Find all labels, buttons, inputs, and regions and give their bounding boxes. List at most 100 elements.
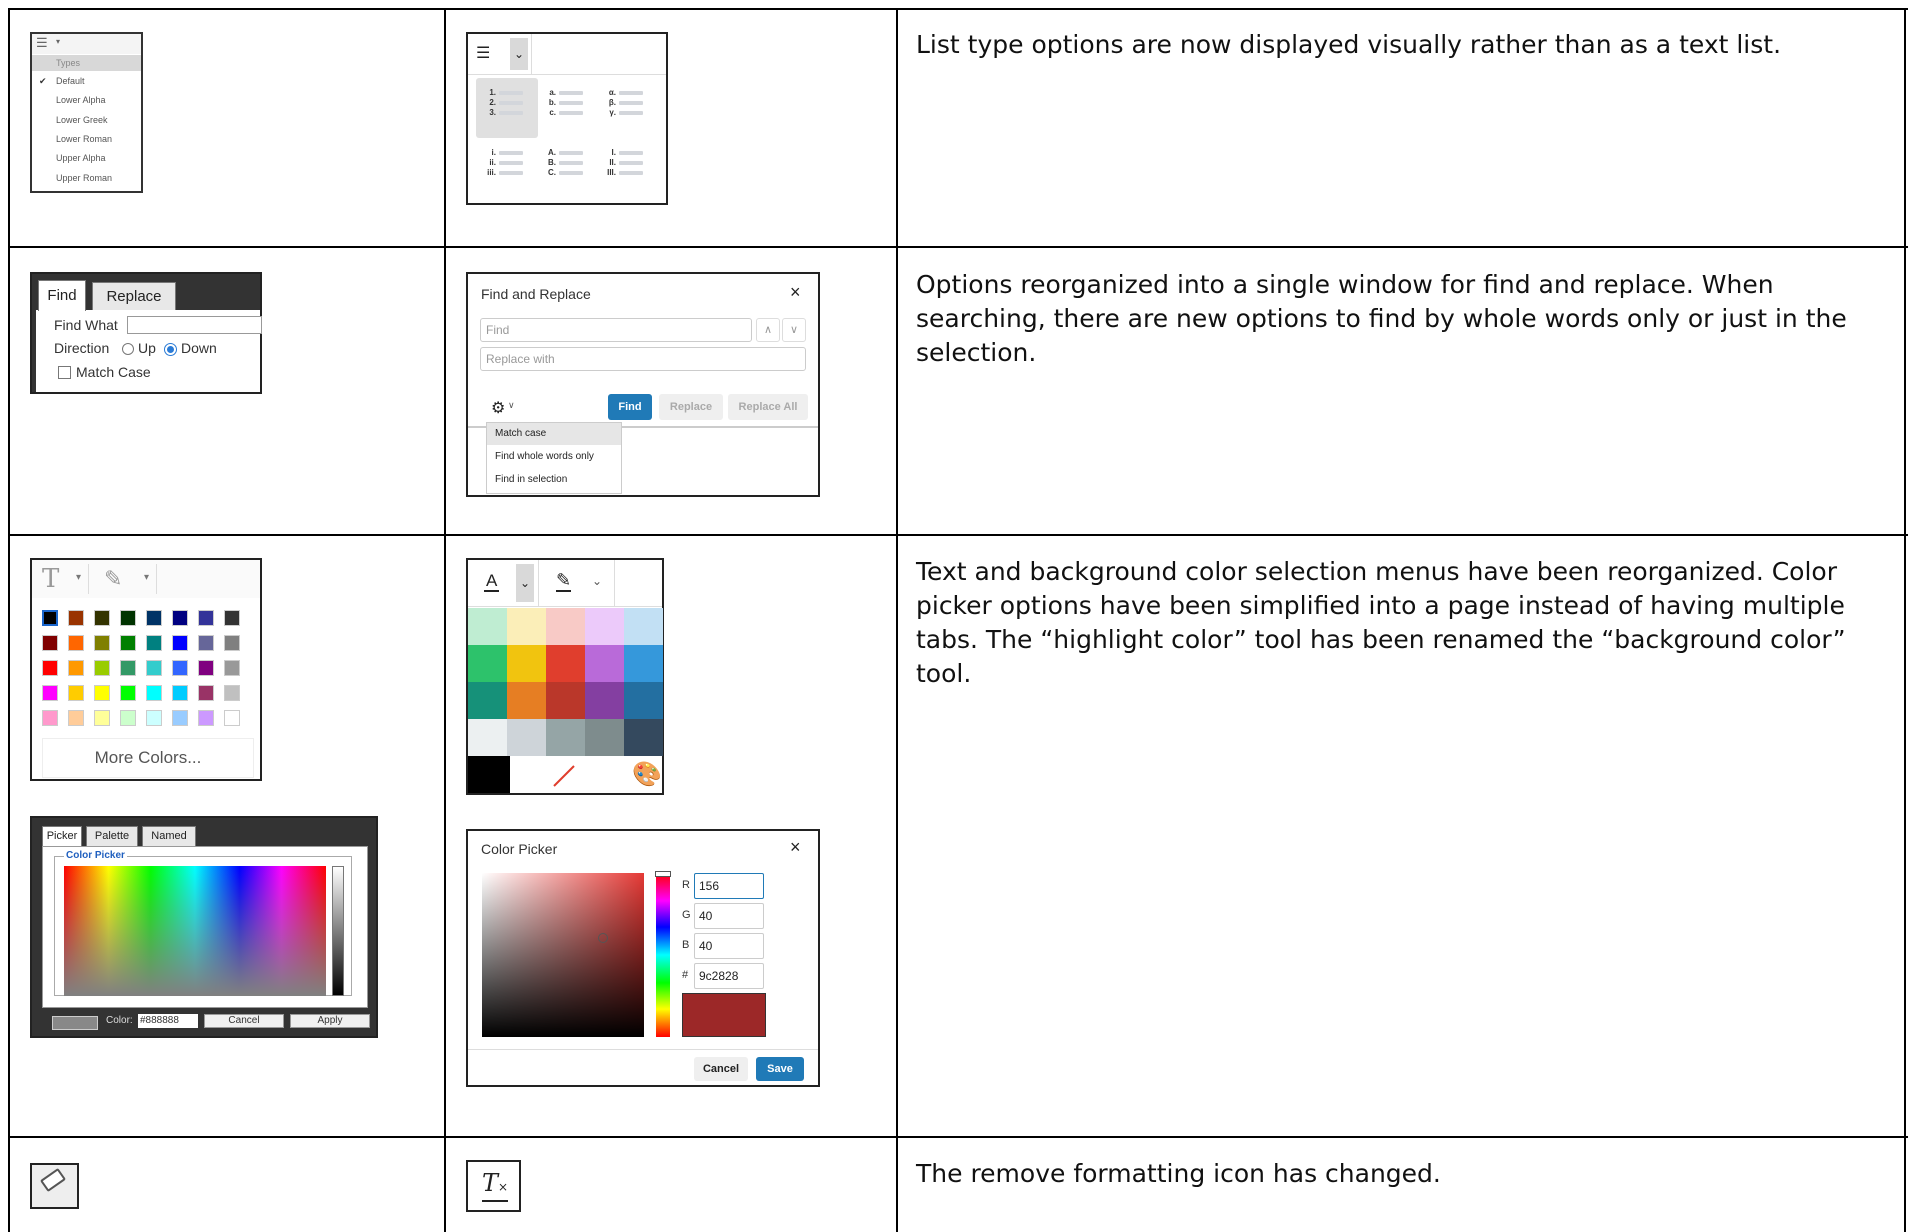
color-swatch[interactable] — [146, 710, 162, 726]
color-cursor[interactable] — [598, 933, 608, 943]
chevron-down-icon[interactable]: ▾ — [76, 572, 81, 583]
cancel-button[interactable]: Cancel — [204, 1014, 284, 1028]
list-style-option-upper-roman[interactable]: I. II. III. — [602, 148, 652, 178]
chevron-down-icon[interactable]: ⌄ — [516, 564, 534, 602]
color-swatch[interactable] — [42, 710, 58, 726]
find-previous-button[interactable]: ∧ — [756, 318, 780, 342]
highlighter-icon[interactable]: ✎ — [104, 566, 122, 592]
close-icon[interactable]: × — [790, 282, 801, 303]
color-swatch[interactable] — [172, 610, 188, 626]
radio-down[interactable] — [164, 343, 177, 356]
list-style-option-upper-alpha[interactable]: A. B. C. — [542, 148, 592, 178]
color-swatch[interactable] — [507, 608, 546, 645]
color-swatch[interactable] — [146, 685, 162, 701]
color-swatch[interactable] — [224, 610, 240, 626]
color-swatch[interactable] — [172, 685, 188, 701]
color-swatch[interactable] — [198, 635, 214, 651]
option-in-selection[interactable]: Find in selection — [495, 474, 567, 485]
chevron-down-icon[interactable]: ▾ — [144, 572, 149, 583]
color-swatch[interactable] — [42, 610, 58, 626]
color-swatch[interactable] — [94, 660, 110, 676]
color-swatch[interactable] — [172, 635, 188, 651]
menu-item[interactable]: Upper Roman — [56, 173, 112, 183]
color-swatch[interactable] — [68, 660, 84, 676]
color-swatch[interactable] — [146, 635, 162, 651]
text-color-icon[interactable]: A — [484, 572, 500, 592]
color-swatch[interactable] — [198, 610, 214, 626]
tab-palette[interactable]: Palette — [86, 826, 138, 846]
replace-button[interactable]: Replace — [659, 394, 723, 420]
color-swatch[interactable] — [546, 645, 585, 682]
color-swatch[interactable] — [94, 610, 110, 626]
replace-all-button[interactable]: Replace All — [728, 394, 808, 420]
r-input[interactable]: 156 — [694, 873, 764, 899]
menu-item[interactable]: Default — [56, 76, 85, 86]
hex-input[interactable]: 9c2828 — [694, 963, 764, 989]
color-swatch[interactable] — [94, 635, 110, 651]
tab-picker[interactable]: Picker — [42, 826, 82, 846]
color-swatch[interactable] — [120, 685, 136, 701]
find-next-button[interactable]: ∨ — [782, 318, 806, 342]
tab-named[interactable]: Named — [142, 826, 196, 846]
color-swatch[interactable] — [468, 608, 507, 645]
color-swatch[interactable] — [507, 682, 546, 719]
color-swatch[interactable] — [198, 660, 214, 676]
swatch-black[interactable] — [468, 756, 510, 793]
color-swatch[interactable] — [624, 682, 663, 719]
hue-spectrum[interactable] — [64, 866, 326, 996]
option-match-case[interactable]: Match case — [487, 423, 621, 445]
color-swatch[interactable] — [468, 682, 507, 719]
color-swatch[interactable] — [120, 610, 136, 626]
color-swatch[interactable] — [224, 685, 240, 701]
more-colors-button[interactable]: More Colors... — [42, 738, 254, 778]
remove-color-icon[interactable] — [550, 762, 580, 790]
b-input[interactable]: 40 — [694, 933, 764, 959]
apply-button[interactable]: Apply — [290, 1014, 370, 1028]
color-swatch[interactable] — [68, 635, 84, 651]
brightness-slider[interactable] — [332, 866, 344, 996]
list-style-option-lower-alpha[interactable]: a. b. c. — [542, 88, 592, 118]
gear-icon[interactable]: ⚙ — [491, 398, 505, 418]
color-swatch[interactable] — [468, 645, 507, 682]
list-style-option-decimal[interactable]: 1. 2. 3. — [482, 88, 532, 118]
hue-handle[interactable] — [655, 871, 671, 877]
color-swatch[interactable] — [68, 610, 84, 626]
radio-up[interactable] — [122, 343, 134, 355]
color-swatch[interactable] — [546, 608, 585, 645]
new-remove-formatting-button[interactable]: T× — [466, 1160, 521, 1212]
color-swatch[interactable] — [172, 660, 188, 676]
menu-item[interactable]: Lower Greek — [56, 115, 108, 125]
list-style-option-lower-roman[interactable]: i. ii. iii. — [482, 148, 532, 178]
color-swatch[interactable] — [120, 660, 136, 676]
chevron-down-icon[interactable]: ⌄ — [510, 38, 528, 70]
color-swatch[interactable] — [146, 610, 162, 626]
color-swatch[interactable] — [546, 719, 585, 756]
saturation-value-area[interactable] — [482, 873, 644, 1037]
color-swatch[interactable] — [585, 608, 624, 645]
replace-input[interactable] — [480, 347, 806, 371]
color-swatch[interactable] — [120, 710, 136, 726]
palette-icon[interactable]: 🎨 — [632, 760, 662, 789]
hue-slider[interactable] — [655, 871, 671, 1037]
color-swatch[interactable] — [224, 710, 240, 726]
text-color-icon[interactable]: T — [42, 564, 59, 594]
color-swatch[interactable] — [146, 660, 162, 676]
color-swatch[interactable] — [507, 719, 546, 756]
color-swatch[interactable] — [42, 635, 58, 651]
color-swatch[interactable] — [585, 645, 624, 682]
color-swatch[interactable] — [546, 682, 585, 719]
cancel-button[interactable]: Cancel — [694, 1057, 748, 1081]
color-swatch[interactable] — [507, 645, 546, 682]
option-whole-words[interactable]: Find whole words only — [495, 451, 594, 462]
color-swatch[interactable] — [624, 608, 663, 645]
background-color-icon[interactable]: ✎ — [556, 570, 572, 592]
menu-item[interactable]: Upper Alpha — [56, 153, 106, 163]
color-swatch[interactable] — [68, 685, 84, 701]
tab-replace[interactable]: Replace — [92, 282, 176, 310]
color-swatch[interactable] — [468, 719, 507, 756]
numbered-list-icon[interactable]: ☰ — [476, 42, 502, 66]
find-what-input[interactable] — [127, 316, 262, 334]
menu-item[interactable]: Lower Roman — [56, 134, 112, 144]
color-swatch[interactable] — [224, 660, 240, 676]
menu-item[interactable]: Lower Alpha — [56, 95, 106, 105]
